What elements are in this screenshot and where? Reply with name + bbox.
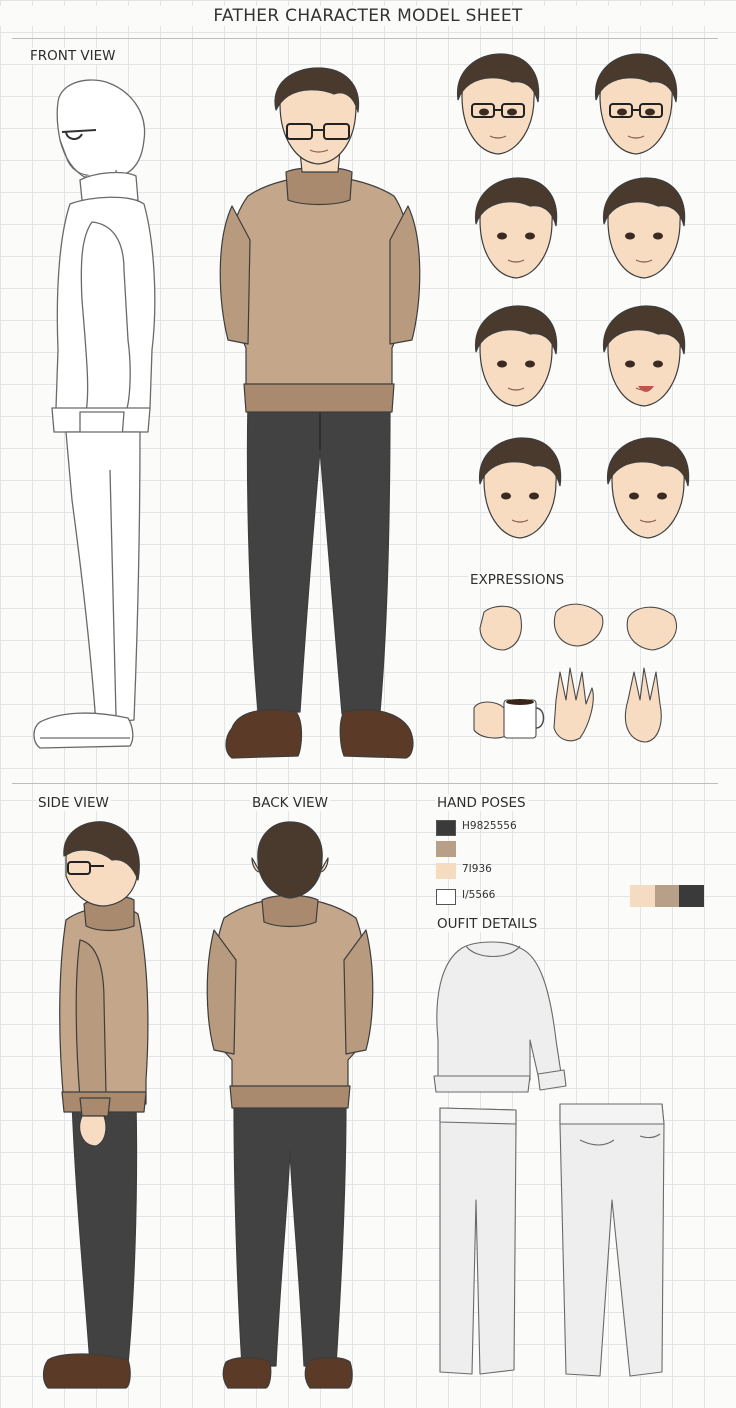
sweater-flat-drawing — [433, 941, 567, 1093]
pants-flat-drawing-front — [439, 1107, 517, 1375]
outfit-details — [433, 941, 665, 1377]
pants-flat-drawing-back — [559, 1103, 665, 1377]
